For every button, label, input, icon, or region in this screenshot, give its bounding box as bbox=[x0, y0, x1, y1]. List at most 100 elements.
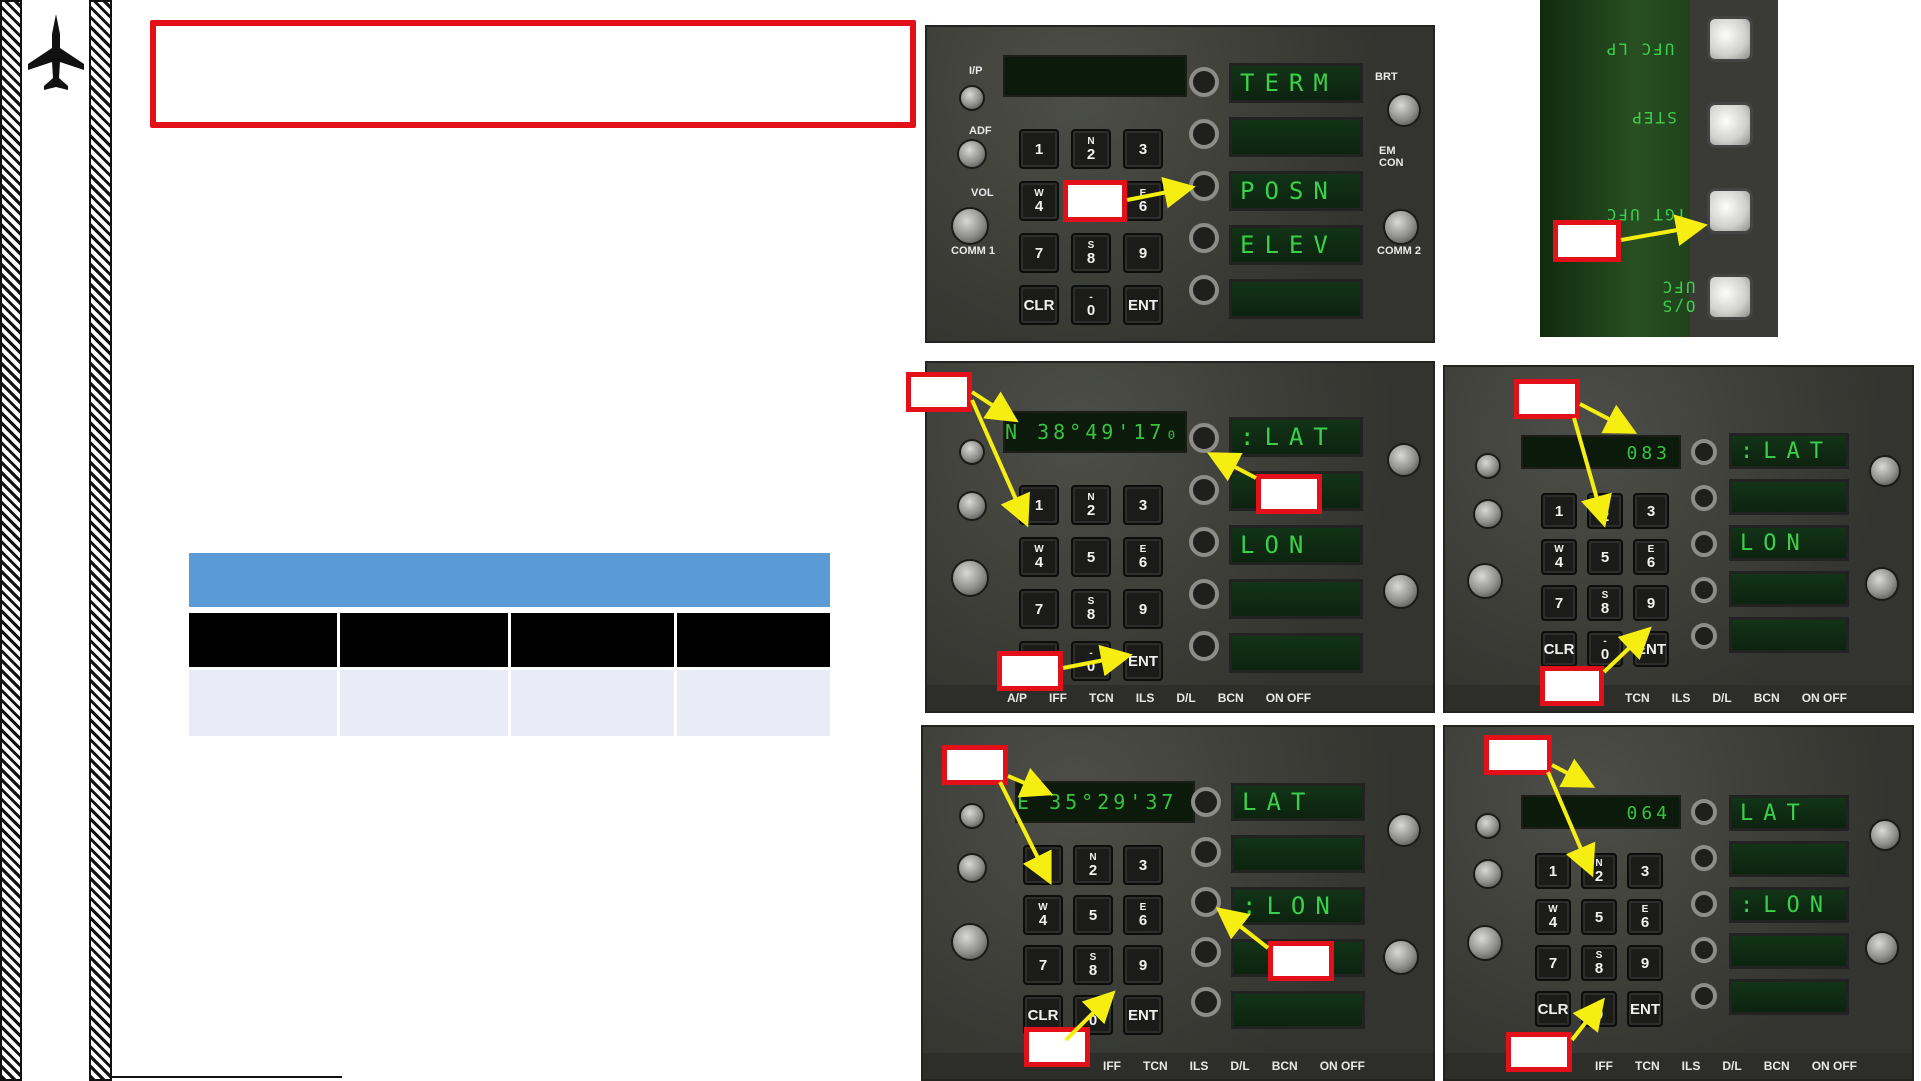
key-4[interactable]: W4 bbox=[1535, 899, 1571, 935]
key-6[interactable]: E6 bbox=[1123, 537, 1163, 577]
option-select-button-1[interactable] bbox=[1189, 423, 1219, 453]
option-select-button-1[interactable] bbox=[1691, 799, 1717, 825]
key-9[interactable]: 9 bbox=[1123, 233, 1163, 273]
key-2[interactable]: N2 bbox=[1071, 485, 1111, 525]
brt-knob[interactable] bbox=[1387, 93, 1421, 127]
option-select-button-4[interactable] bbox=[1691, 577, 1717, 603]
key-0[interactable]: -0 bbox=[1581, 991, 1617, 1027]
option-select-button-4[interactable] bbox=[1189, 223, 1219, 253]
bottom-button-label[interactable]: ON OFF bbox=[1812, 1059, 1857, 1073]
key-8[interactable]: S8 bbox=[1581, 945, 1617, 981]
comm1-volume-knob[interactable] bbox=[1467, 563, 1503, 599]
bottom-button-label[interactable]: ON OFF bbox=[1266, 691, 1311, 705]
key-9[interactable]: 9 bbox=[1123, 945, 1163, 985]
option-select-button-3[interactable] bbox=[1691, 531, 1717, 557]
option-select-button-4[interactable] bbox=[1189, 579, 1219, 609]
strip-button-3[interactable] bbox=[1707, 188, 1753, 234]
option-select-button-3[interactable] bbox=[1191, 887, 1221, 917]
key-clr[interactable]: CLR bbox=[1535, 991, 1571, 1027]
key-8[interactable]: S8 bbox=[1071, 233, 1111, 273]
key-ent[interactable]: ENT bbox=[1123, 995, 1163, 1035]
key-2[interactable]: N2 bbox=[1587, 493, 1623, 529]
key-8[interactable]: S8 bbox=[1587, 585, 1623, 621]
option-select-button-2[interactable] bbox=[1191, 837, 1221, 867]
bottom-button-label[interactable]: BCN bbox=[1754, 691, 1780, 705]
key-4[interactable]: W4 bbox=[1019, 537, 1059, 577]
option-select-button-5[interactable] bbox=[1189, 631, 1219, 661]
key-clr[interactable]: CLR bbox=[1541, 631, 1577, 667]
bottom-button-label[interactable]: D/L bbox=[1176, 691, 1195, 705]
strip-button-4[interactable] bbox=[1707, 274, 1753, 320]
bottom-button-label[interactable]: ILS bbox=[1136, 691, 1155, 705]
option-select-button-2[interactable] bbox=[1691, 845, 1717, 871]
comm2-volume-knob[interactable] bbox=[1865, 931, 1899, 965]
brt-knob[interactable] bbox=[1387, 813, 1421, 847]
adf-switch[interactable] bbox=[957, 139, 987, 169]
brt-knob[interactable] bbox=[1387, 443, 1421, 477]
option-select-button-3[interactable] bbox=[1189, 527, 1219, 557]
key-0[interactable]: -0 bbox=[1587, 631, 1623, 667]
comm2-volume-knob[interactable] bbox=[1865, 567, 1899, 601]
key-4[interactable]: W4 bbox=[1541, 539, 1577, 575]
bottom-button-label[interactable]: BCN bbox=[1272, 1059, 1298, 1073]
key-ent[interactable]: ENT bbox=[1123, 285, 1163, 325]
key-1[interactable]: 1 bbox=[1541, 493, 1577, 529]
key-ent[interactable]: ENT bbox=[1633, 631, 1669, 667]
option-select-button-3[interactable] bbox=[1691, 891, 1717, 917]
option-select-button-4[interactable] bbox=[1691, 937, 1717, 963]
bottom-button-label[interactable]: D/L bbox=[1722, 1059, 1741, 1073]
option-select-button-5[interactable] bbox=[1691, 623, 1717, 649]
key-1[interactable]: 1 bbox=[1019, 129, 1059, 169]
bottom-button-label[interactable]: BCN bbox=[1218, 691, 1244, 705]
comm2-volume-knob[interactable] bbox=[1383, 209, 1419, 245]
option-select-button-1[interactable] bbox=[1691, 439, 1717, 465]
bottom-button-label[interactable]: D/L bbox=[1230, 1059, 1249, 1073]
comm1-volume-knob[interactable] bbox=[951, 207, 989, 245]
bottom-button-label[interactable]: A/P bbox=[1007, 691, 1027, 705]
ip-button[interactable] bbox=[959, 439, 985, 465]
option-select-button-2[interactable] bbox=[1189, 119, 1219, 149]
strip-button-2[interactable] bbox=[1707, 102, 1753, 148]
key-0[interactable]: -0 bbox=[1071, 285, 1111, 325]
bottom-button-label[interactable]: BCN bbox=[1764, 1059, 1790, 1073]
key-0[interactable]: -0 bbox=[1071, 641, 1111, 681]
key-4[interactable]: W4 bbox=[1019, 181, 1059, 221]
key-6[interactable]: E6 bbox=[1123, 181, 1163, 221]
bottom-button-label[interactable]: TCN bbox=[1143, 1059, 1168, 1073]
bottom-button-label[interactable]: ON OFF bbox=[1802, 691, 1847, 705]
bottom-button-label[interactable]: ILS bbox=[1682, 1059, 1701, 1073]
bottom-button-label[interactable]: TCN bbox=[1635, 1059, 1660, 1073]
key-5[interactable]: 5 bbox=[1581, 899, 1617, 935]
adf-switch[interactable] bbox=[1473, 499, 1503, 529]
option-select-button-5[interactable] bbox=[1189, 275, 1219, 305]
key-7[interactable]: 7 bbox=[1535, 945, 1571, 981]
adf-switch[interactable] bbox=[957, 853, 987, 883]
option-select-button-1[interactable] bbox=[1191, 787, 1221, 817]
brt-knob[interactable] bbox=[1869, 455, 1901, 487]
adf-switch[interactable] bbox=[1473, 859, 1503, 889]
key-7[interactable]: 7 bbox=[1023, 945, 1063, 985]
key-3[interactable]: 3 bbox=[1123, 485, 1163, 525]
key-ent[interactable]: ENT bbox=[1123, 641, 1163, 681]
key-ent[interactable]: ENT bbox=[1627, 991, 1663, 1027]
key-2[interactable]: N2 bbox=[1581, 853, 1617, 889]
key-1[interactable]: 1 bbox=[1023, 845, 1063, 885]
key-9[interactable]: 9 bbox=[1123, 589, 1163, 629]
key-5[interactable]: 5 bbox=[1071, 537, 1111, 577]
emcon-label[interactable]: EM CON bbox=[1379, 145, 1409, 169]
bottom-button-label[interactable]: D/L bbox=[1712, 691, 1731, 705]
bottom-button-label[interactable]: ON OFF bbox=[1320, 1059, 1365, 1073]
key-5[interactable]: 5 bbox=[1073, 895, 1113, 935]
key-1[interactable]: 1 bbox=[1535, 853, 1571, 889]
key-3[interactable]: 3 bbox=[1123, 845, 1163, 885]
ip-button[interactable] bbox=[959, 85, 985, 111]
key-9[interactable]: 9 bbox=[1627, 945, 1663, 981]
key-9[interactable]: 9 bbox=[1633, 585, 1669, 621]
key-7[interactable]: 7 bbox=[1019, 233, 1059, 273]
comm1-volume-knob[interactable] bbox=[1467, 925, 1503, 961]
comm1-volume-knob[interactable] bbox=[951, 923, 989, 961]
key-6[interactable]: E6 bbox=[1123, 895, 1163, 935]
bottom-button-label[interactable]: ILS bbox=[1190, 1059, 1209, 1073]
key-clr[interactable]: CLR bbox=[1019, 285, 1059, 325]
key-5[interactable]: 5 bbox=[1587, 539, 1623, 575]
